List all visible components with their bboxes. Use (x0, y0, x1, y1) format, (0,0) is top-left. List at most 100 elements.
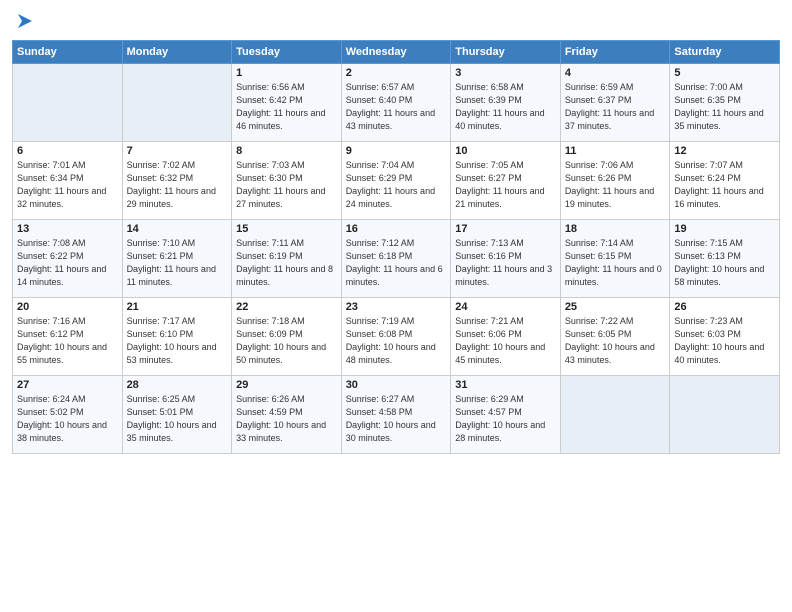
calendar-cell: 16 Sunrise: 7:12 AM Sunset: 6:18 PM Dayli… (341, 220, 451, 298)
logo-arrow-icon (14, 10, 36, 32)
calendar-cell: 22 Sunrise: 7:18 AM Sunset: 6:09 PM Dayli… (232, 298, 342, 376)
day-info: Sunrise: 7:13 AM Sunset: 6:16 PM Dayligh… (455, 237, 556, 289)
weekday-header-wednesday: Wednesday (341, 41, 451, 64)
calendar-week-3: 13 Sunrise: 7:08 AM Sunset: 6:22 PM Dayli… (13, 220, 780, 298)
calendar-cell (560, 376, 670, 454)
day-info: Sunrise: 6:27 AM Sunset: 4:58 PM Dayligh… (346, 393, 447, 445)
day-number: 10 (455, 145, 556, 157)
calendar-cell: 21Sunrise: 7:17 AM Sunset: 6:10 PM Dayli… (122, 298, 232, 376)
day-info: Sunrise: 6:59 AM Sunset: 6:37 PM Dayligh… (565, 81, 666, 133)
calendar-cell: 6 Sunrise: 7:01 AM Sunset: 6:34 PM Daylig… (13, 142, 123, 220)
calendar-week-5: 27Sunrise: 6:24 AM Sunset: 5:02 PM Dayli… (13, 376, 780, 454)
day-number: 29 (236, 379, 337, 391)
weekday-header-monday: Monday (122, 41, 232, 64)
day-number: 30 (346, 379, 447, 391)
day-number: 12 (674, 145, 775, 157)
day-number: 16 (346, 223, 447, 235)
day-info: Sunrise: 7:22 AM Sunset: 6:05 PM Dayligh… (565, 315, 666, 367)
day-number: 17 (455, 223, 556, 235)
calendar-cell: 5 Sunrise: 7:00 AM Sunset: 6:35 PM Daylig… (670, 64, 780, 142)
calendar-cell (13, 64, 123, 142)
day-number: 26 (674, 301, 775, 313)
calendar-cell: 28 Sunrise: 6:25 AM Sunset: 5:01 PM Dayli… (122, 376, 232, 454)
day-number: 3 (455, 67, 556, 79)
day-info: Sunrise: 7:14 AM Sunset: 6:15 PM Dayligh… (565, 237, 666, 289)
calendar-week-1: 1Sunrise: 6:56 AM Sunset: 6:42 PM Daylig… (13, 64, 780, 142)
day-number: 2 (346, 67, 447, 79)
calendar-cell: 13 Sunrise: 7:08 AM Sunset: 6:22 PM Dayli… (13, 220, 123, 298)
day-number: 21 (127, 301, 228, 313)
calendar-cell: 17 Sunrise: 7:13 AM Sunset: 6:16 PM Dayli… (451, 220, 561, 298)
day-number: 1 (236, 67, 337, 79)
calendar-cell: 15 Sunrise: 7:11 AM Sunset: 6:19 PM Dayli… (232, 220, 342, 298)
day-info: Sunrise: 7:04 AM Sunset: 6:29 PM Dayligh… (346, 159, 447, 211)
header (12, 10, 780, 32)
day-number: 31 (455, 379, 556, 391)
day-number: 28 (127, 379, 228, 391)
day-info: Sunrise: 7:16 AM Sunset: 6:12 PM Dayligh… (17, 315, 118, 367)
calendar-table: SundayMondayTuesdayWednesdayThursdayFrid… (12, 40, 780, 454)
day-number: 22 (236, 301, 337, 313)
day-info: Sunrise: 7:01 AM Sunset: 6:34 PM Dayligh… (17, 159, 118, 211)
calendar-cell: 26 Sunrise: 7:23 AM Sunset: 6:03 PM Dayli… (670, 298, 780, 376)
weekday-header-row: SundayMondayTuesdayWednesdayThursdayFrid… (13, 41, 780, 64)
day-info: Sunrise: 7:00 AM Sunset: 6:35 PM Dayligh… (674, 81, 775, 133)
weekday-header-saturday: Saturday (670, 41, 780, 64)
day-number: 19 (674, 223, 775, 235)
day-number: 18 (565, 223, 666, 235)
day-info: Sunrise: 7:11 AM Sunset: 6:19 PM Dayligh… (236, 237, 337, 289)
day-info: Sunrise: 7:10 AM Sunset: 6:21 PM Dayligh… (127, 237, 228, 289)
day-number: 9 (346, 145, 447, 157)
day-info: Sunrise: 6:29 AM Sunset: 4:57 PM Dayligh… (455, 393, 556, 445)
calendar-cell: 2Sunrise: 6:57 AM Sunset: 6:40 PM Daylig… (341, 64, 451, 142)
logo (12, 10, 36, 32)
day-number: 8 (236, 145, 337, 157)
day-info: Sunrise: 7:18 AM Sunset: 6:09 PM Dayligh… (236, 315, 337, 367)
calendar-cell: 25Sunrise: 7:22 AM Sunset: 6:05 PM Dayli… (560, 298, 670, 376)
calendar-cell: 1Sunrise: 6:56 AM Sunset: 6:42 PM Daylig… (232, 64, 342, 142)
day-info: Sunrise: 7:08 AM Sunset: 6:22 PM Dayligh… (17, 237, 118, 289)
calendar-week-2: 6 Sunrise: 7:01 AM Sunset: 6:34 PM Daylig… (13, 142, 780, 220)
calendar-week-4: 20 Sunrise: 7:16 AM Sunset: 6:12 PM Dayli… (13, 298, 780, 376)
day-info: Sunrise: 7:06 AM Sunset: 6:26 PM Dayligh… (565, 159, 666, 211)
day-number: 4 (565, 67, 666, 79)
day-number: 23 (346, 301, 447, 313)
calendar-cell: 29 Sunrise: 6:26 AM Sunset: 4:59 PM Dayli… (232, 376, 342, 454)
day-number: 15 (236, 223, 337, 235)
calendar-cell: 3 Sunrise: 6:58 AM Sunset: 6:39 PM Daylig… (451, 64, 561, 142)
calendar-cell (122, 64, 232, 142)
calendar-cell: 19 Sunrise: 7:15 AM Sunset: 6:13 PM Dayli… (670, 220, 780, 298)
day-number: 6 (17, 145, 118, 157)
day-info: Sunrise: 6:26 AM Sunset: 4:59 PM Dayligh… (236, 393, 337, 445)
day-info: Sunrise: 6:24 AM Sunset: 5:02 PM Dayligh… (17, 393, 118, 445)
day-info: Sunrise: 7:21 AM Sunset: 6:06 PM Dayligh… (455, 315, 556, 367)
calendar-cell: 9 Sunrise: 7:04 AM Sunset: 6:29 PM Daylig… (341, 142, 451, 220)
calendar-cell: 23Sunrise: 7:19 AM Sunset: 6:08 PM Dayli… (341, 298, 451, 376)
day-number: 20 (17, 301, 118, 313)
day-number: 13 (17, 223, 118, 235)
calendar-cell: 27Sunrise: 6:24 AM Sunset: 5:02 PM Dayli… (13, 376, 123, 454)
weekday-header-sunday: Sunday (13, 41, 123, 64)
day-info: Sunrise: 7:02 AM Sunset: 6:32 PM Dayligh… (127, 159, 228, 211)
day-info: Sunrise: 7:07 AM Sunset: 6:24 PM Dayligh… (674, 159, 775, 211)
calendar-cell: 18 Sunrise: 7:14 AM Sunset: 6:15 PM Dayli… (560, 220, 670, 298)
weekday-header-thursday: Thursday (451, 41, 561, 64)
weekday-header-tuesday: Tuesday (232, 41, 342, 64)
day-info: Sunrise: 6:25 AM Sunset: 5:01 PM Dayligh… (127, 393, 228, 445)
calendar-cell: 8 Sunrise: 7:03 AM Sunset: 6:30 PM Daylig… (232, 142, 342, 220)
weekday-header-friday: Friday (560, 41, 670, 64)
day-info: Sunrise: 7:23 AM Sunset: 6:03 PM Dayligh… (674, 315, 775, 367)
calendar-cell: 7 Sunrise: 7:02 AM Sunset: 6:32 PM Daylig… (122, 142, 232, 220)
day-info: Sunrise: 6:58 AM Sunset: 6:39 PM Dayligh… (455, 81, 556, 133)
calendar-cell: 4 Sunrise: 6:59 AM Sunset: 6:37 PM Daylig… (560, 64, 670, 142)
day-info: Sunrise: 7:12 AM Sunset: 6:18 PM Dayligh… (346, 237, 447, 289)
day-info: Sunrise: 7:03 AM Sunset: 6:30 PM Dayligh… (236, 159, 337, 211)
day-number: 5 (674, 67, 775, 79)
calendar-cell: 20 Sunrise: 7:16 AM Sunset: 6:12 PM Dayli… (13, 298, 123, 376)
calendar-cell: 31 Sunrise: 6:29 AM Sunset: 4:57 PM Dayli… (451, 376, 561, 454)
page-container: SundayMondayTuesdayWednesdayThursdayFrid… (0, 0, 792, 462)
day-info: Sunrise: 7:15 AM Sunset: 6:13 PM Dayligh… (674, 237, 775, 289)
day-number: 7 (127, 145, 228, 157)
day-info: Sunrise: 7:05 AM Sunset: 6:27 PM Dayligh… (455, 159, 556, 211)
day-number: 11 (565, 145, 666, 157)
